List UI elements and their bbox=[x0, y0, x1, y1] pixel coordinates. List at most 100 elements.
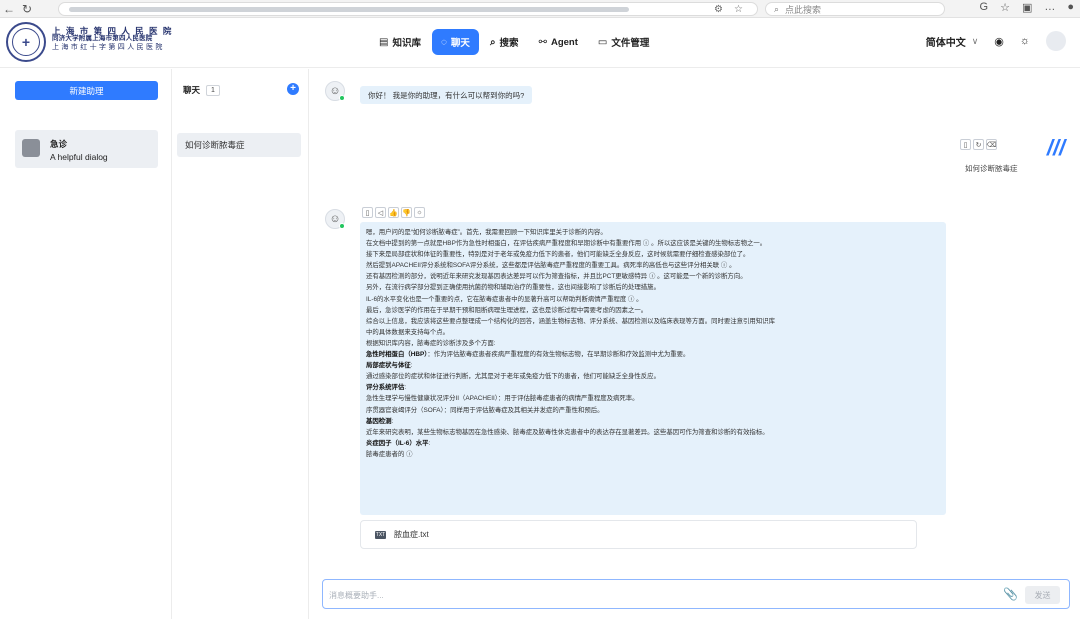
paperclip-icon[interactable]: 📎 bbox=[1003, 587, 1018, 601]
regenerate-icon[interactable]: ↻ bbox=[973, 139, 984, 150]
answer-line: 在文档中提到的第一点就是HBP作为急性时相蛋白，在评估疾病严重程度和早期诊断中有… bbox=[366, 238, 940, 249]
nav-label: 搜索 bbox=[499, 38, 519, 49]
answer-text: : bbox=[391, 417, 394, 425]
online-status-dot bbox=[339, 95, 345, 101]
answer-text: 脓毒症患者的 ⓘ bbox=[366, 450, 413, 458]
user-avatar[interactable] bbox=[1046, 31, 1066, 51]
speaker-icon[interactable]: ◁ bbox=[375, 207, 386, 218]
collections-icon[interactable]: ▣ bbox=[1022, 1, 1032, 14]
user-message-actions: ▯ ↻ ⌫ bbox=[960, 139, 997, 150]
chevron-down-icon: ∨ bbox=[971, 35, 979, 46]
bot-avatar: ☺ bbox=[325, 81, 345, 101]
attachment-card[interactable]: TXT 脓血症.txt bbox=[360, 520, 917, 549]
folder-icon: ▭ bbox=[597, 36, 608, 48]
settings-icon[interactable]: ☼ bbox=[414, 207, 425, 218]
search-icon: ⌕ bbox=[489, 36, 496, 48]
assistant-sidebar: 新建助理 急诊 A helpful dialog bbox=[0, 69, 172, 619]
browser-toolbar: ← ↻ ⚙ ☆ ⌕ 点此搜索 G ☆ ▣ … ● bbox=[0, 0, 1080, 18]
message-area: ☺ 你好！ 我是你的助理，有什么可以帮到你的吗? ▯ ↻ ⌫ 如何诊断脓毒症 /… bbox=[310, 69, 1080, 569]
more-icon[interactable]: … bbox=[1044, 1, 1055, 14]
answer-line: 近年来研究表明，某些生物标志物基因在急性感染、脓毒症及脓毒性休克患者中的表达存在… bbox=[366, 427, 940, 438]
answer-heading: 评分系统评估 bbox=[366, 384, 405, 392]
answer-text: 近年来研究表明，某些生物标志物基因在急性感染、脓毒症及脓毒性休克患者中的表达存在… bbox=[366, 428, 769, 436]
nav-knowledge-base[interactable]: ▤ 知识库 bbox=[370, 29, 430, 55]
thumbs-up-icon[interactable]: 👍 bbox=[388, 207, 399, 218]
star-icon[interactable]: ☆ bbox=[734, 4, 743, 15]
attachment-filename[interactable]: 脓血症.txt bbox=[394, 529, 429, 540]
add-chat-icon[interactable]: + bbox=[287, 83, 299, 95]
answer-heading: 局部症状与体征 bbox=[366, 362, 411, 370]
translate-icon[interactable]: ⚙ bbox=[714, 4, 723, 15]
thumbs-down-icon[interactable]: 👎 bbox=[401, 207, 412, 218]
answer-text: 中的具体数据来支持每个点。 bbox=[366, 328, 450, 336]
language-select[interactable]: 简体中文 ∨ bbox=[926, 34, 979, 49]
answer-message: 嗯，用户问的是“如何诊断脓毒症”。首先，我需要回顾一下知识库里关于诊断的内容。在… bbox=[360, 222, 946, 515]
profile-icon[interactable]: G bbox=[980, 1, 989, 14]
favorites-icon[interactable]: ☆ bbox=[1000, 1, 1010, 14]
theme-toggle-icon[interactable]: ☼ bbox=[1020, 35, 1030, 47]
send-button[interactable]: 发送 bbox=[1025, 586, 1060, 604]
hospital-name: 上 海 市 第 四 人 民 医 院 同济大学附属上海市第四人民医院 上海市红十字… bbox=[52, 27, 173, 51]
language-label: 简体中文 bbox=[925, 37, 966, 49]
chat-list-item[interactable]: 如何诊断脓毒症 bbox=[177, 133, 301, 157]
copy-icon[interactable]: ▯ bbox=[960, 139, 971, 150]
answer-text: 急性生理学与慢性健康状况评分II（APACHEII）：用于评估脓毒症患者的病情严… bbox=[366, 395, 639, 403]
user-message: 如何诊断脓毒症 bbox=[965, 164, 1018, 173]
nav-file-management[interactable]: ▭ 文件管理 bbox=[589, 29, 658, 55]
github-icon[interactable]: ◉ bbox=[994, 35, 1004, 48]
delete-icon[interactable]: ⌫ bbox=[986, 139, 997, 150]
new-assistant-button[interactable]: 新建助理 bbox=[15, 81, 158, 100]
answer-text: : bbox=[410, 362, 413, 370]
browser-extensions: G ☆ ▣ … ● bbox=[980, 1, 1075, 14]
answer-text: 还有基因检测的部分，说明近年来研究发现基因表达差异可以作为筛查指标，并且比PCT… bbox=[366, 273, 747, 281]
refresh-icon[interactable]: ↻ bbox=[18, 0, 36, 18]
assistant-card[interactable]: 急诊 A helpful dialog bbox=[15, 130, 158, 168]
answer-line: 另外，在流行病学部分提到正确使用抗菌药物和辅助治疗的重要性，这也间接影响了诊断后… bbox=[366, 282, 940, 293]
answer-line: 嗯，用户问的是“如何诊断脓毒症”。首先，我需要回顾一下知识库里关于诊断的内容。 bbox=[366, 227, 940, 238]
copy-icon[interactable]: ▯ bbox=[362, 207, 373, 218]
assistant-avatar bbox=[22, 139, 40, 157]
answer-text: 通过感染部位的症状和体征进行判断，尤其是对于老年或免疫力低下的患者，他们可能缺乏… bbox=[366, 373, 660, 381]
main-nav: ▤ 知识库 ◌ 聊天 ⌕ 搜索 ⚯ Agent ▭ 文件管理 bbox=[370, 29, 658, 55]
copilot-icon[interactable]: ● bbox=[1067, 1, 1074, 14]
hospital-subtitle: 同济大学附属上海市第四人民医院 bbox=[52, 34, 153, 42]
chat-list-title: 聊天 bbox=[183, 85, 201, 95]
answer-line: 炎症因子（IL-6）水平: bbox=[366, 438, 940, 449]
answer-line: 通过感染部位的症状和体征进行判断，尤其是对于老年或免疫力低下的患者，他们可能缺乏… bbox=[366, 371, 940, 382]
chat-icon: ◌ bbox=[440, 36, 447, 48]
file-icon: TXT bbox=[375, 530, 386, 539]
answer-text: IL-6的水平变化也是一个重要的点，它在脓毒症患者中的显著升高可以帮助判断病情严… bbox=[366, 295, 643, 303]
agent-icon: ⚯ bbox=[538, 36, 547, 48]
answer-heading: 基因检测 bbox=[366, 417, 392, 425]
answer-line: 然后提到APACHEII评分系统和SOFA评分系统，这些都是评估脓毒症严重程度的… bbox=[366, 260, 940, 271]
address-bar[interactable]: ⚙ ☆ bbox=[58, 2, 758, 16]
answer-line: 急性生理学与慢性健康状况评分II（APACHEII）：用于评估脓毒症患者的病情严… bbox=[366, 393, 940, 404]
greeting-message: 你好！ 我是你的助理，有什么可以帮到你的吗? bbox=[360, 86, 533, 104]
answer-line: 评分系统评估: bbox=[366, 382, 940, 393]
chat-list-header: 聊天 1 bbox=[183, 84, 220, 96]
assistant-description: A helpful dialog bbox=[50, 152, 108, 162]
nav-label: 文件管理 bbox=[611, 38, 650, 49]
nav-chat[interactable]: ◌ 聊天 bbox=[431, 29, 479, 55]
chat-list: 聊天 1 + 如何诊断脓毒症 bbox=[172, 69, 309, 619]
answer-line: 综合以上信息，我应该将这些要点整理成一个结构化的回答，涵盖生物标志物、评分系统、… bbox=[366, 316, 940, 327]
answer-text: 嗯，用户问的是“如何诊断脓毒症”。首先，我需要回顾一下知识库里关于诊断的内容。 bbox=[366, 229, 607, 236]
answer-heading: 急性时相蛋白（HBP） bbox=[366, 351, 428, 359]
answer-text: ：作为评估脓毒症患者疾病严重程度的有效生物标志物，在早期诊断和疗效监测中尤为重要… bbox=[427, 351, 690, 359]
hospital-logo[interactable]: + bbox=[6, 22, 46, 62]
answer-text: 最后，急诊医学的作用在于早期干预和阻断病理生理进程，这也是诊断过程中需要考虑的因… bbox=[366, 306, 648, 314]
nav-search[interactable]: ⌕ 搜索 bbox=[481, 29, 528, 55]
user-logo-icon: /// bbox=[1046, 135, 1066, 160]
assistant-name: 急诊 bbox=[50, 139, 68, 149]
nav-agent[interactable]: ⚯ Agent bbox=[530, 29, 587, 55]
browser-search-box[interactable]: ⌕ 点此搜索 bbox=[765, 2, 945, 16]
message-input[interactable] bbox=[329, 587, 969, 603]
answer-text: 序贯器官衰竭评分（SOFA）：同样用于评估脓毒症及其相关并发症的严重性和预后。 bbox=[366, 406, 604, 414]
answer-line: 还有基因检测的部分，说明近年来研究发现基因表达差异可以作为筛查指标，并且比PCT… bbox=[366, 271, 940, 282]
back-icon[interactable]: ← bbox=[0, 0, 18, 18]
answer-line: 接下来是局部症状和体征的重要性，特别是对于老年或免疫力低下的患者，他们可能缺乏全… bbox=[366, 249, 940, 260]
message-input-bar: 📎 发送 bbox=[322, 579, 1070, 609]
nav-label: 知识库 bbox=[392, 38, 421, 49]
answer-text: 然后提到APACHEII评分系统和SOFA评分系统，这些都是评估脓毒症严重程度的… bbox=[366, 262, 736, 270]
answer-text: 根据知识库内容，脓毒症的诊断涉及多个方面: bbox=[366, 339, 496, 347]
